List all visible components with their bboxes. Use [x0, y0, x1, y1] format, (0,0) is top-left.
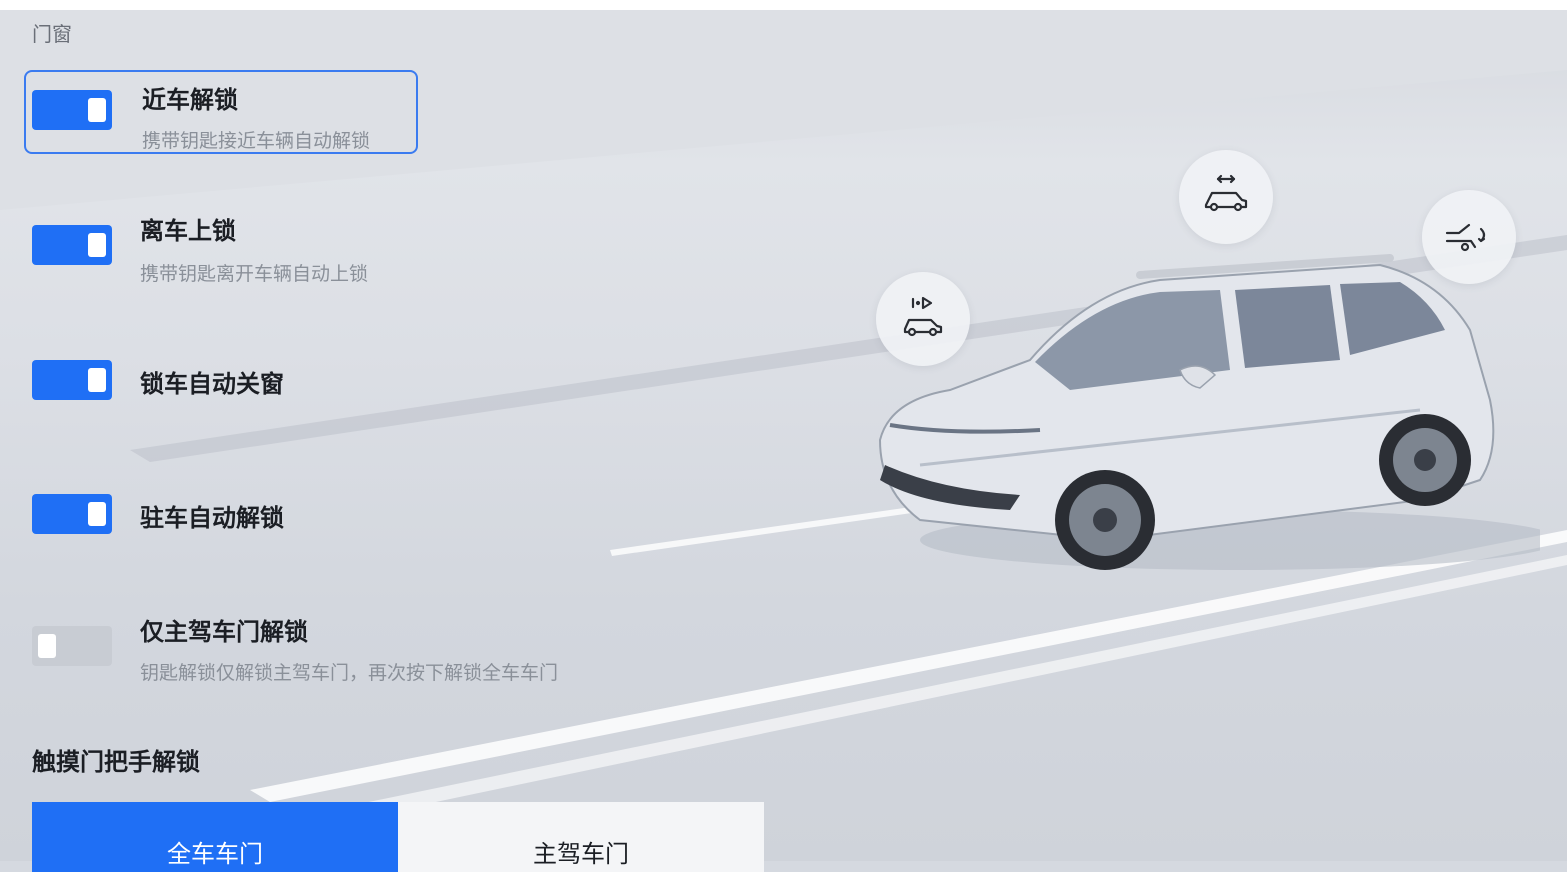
car-illustration — [878, 254, 1540, 570]
setting-lock-close-window[interactable]: 锁车自动关窗 — [24, 358, 418, 402]
setting-leave-lock[interactable]: 离车上锁 携带钥匙离开车辆自动上锁 — [24, 205, 418, 289]
toggle-knob — [88, 368, 106, 392]
segment-all-doors[interactable]: 全车车门 — [32, 802, 398, 872]
window-close-bubble — [1179, 150, 1273, 244]
setting-approach-unlock[interactable]: 近车解锁 携带钥匙接近车辆自动解锁 — [24, 70, 418, 154]
touch-handle-title: 触摸门把手解锁 — [32, 748, 200, 776]
setting-desc: 携带钥匙接近车辆自动解锁 — [142, 130, 371, 152]
setting-title: 锁车自动关窗 — [140, 370, 284, 398]
approach-unlock-toggle[interactable] — [32, 90, 112, 130]
setting-title: 近车解锁 — [142, 86, 238, 114]
segment-driver-door[interactable]: 主驾车门 — [398, 802, 764, 872]
setting-park-unlock[interactable]: 驻车自动解锁 — [24, 492, 418, 536]
window-close-icon — [1204, 174, 1248, 212]
park-unlock-toggle[interactable] — [32, 494, 112, 534]
toggle-knob — [88, 502, 106, 526]
setting-driver-door-unlock[interactable]: 仅主驾车门解锁 钥匙解锁仅解锁主驾车门，再次按下解锁全车车门 — [24, 606, 558, 690]
driver-door-unlock-toggle[interactable] — [32, 626, 112, 666]
top-strip — [0, 0, 1567, 10]
setting-title: 离车上锁 — [140, 217, 236, 245]
toggle-knob — [88, 98, 106, 122]
setting-title: 驻车自动解锁 — [140, 504, 284, 532]
setting-desc: 钥匙解锁仅解锁主驾车门，再次按下解锁全车车门 — [140, 662, 559, 684]
toggle-knob — [38, 634, 56, 658]
leave-lock-toggle[interactable] — [32, 225, 112, 265]
lock-close-window-toggle[interactable] — [32, 360, 112, 400]
toggle-knob — [88, 233, 106, 257]
setting-title: 仅主驾车门解锁 — [140, 618, 308, 646]
setting-desc: 携带钥匙离开车辆自动上锁 — [140, 263, 369, 285]
section-title: 门窗 — [32, 22, 72, 46]
